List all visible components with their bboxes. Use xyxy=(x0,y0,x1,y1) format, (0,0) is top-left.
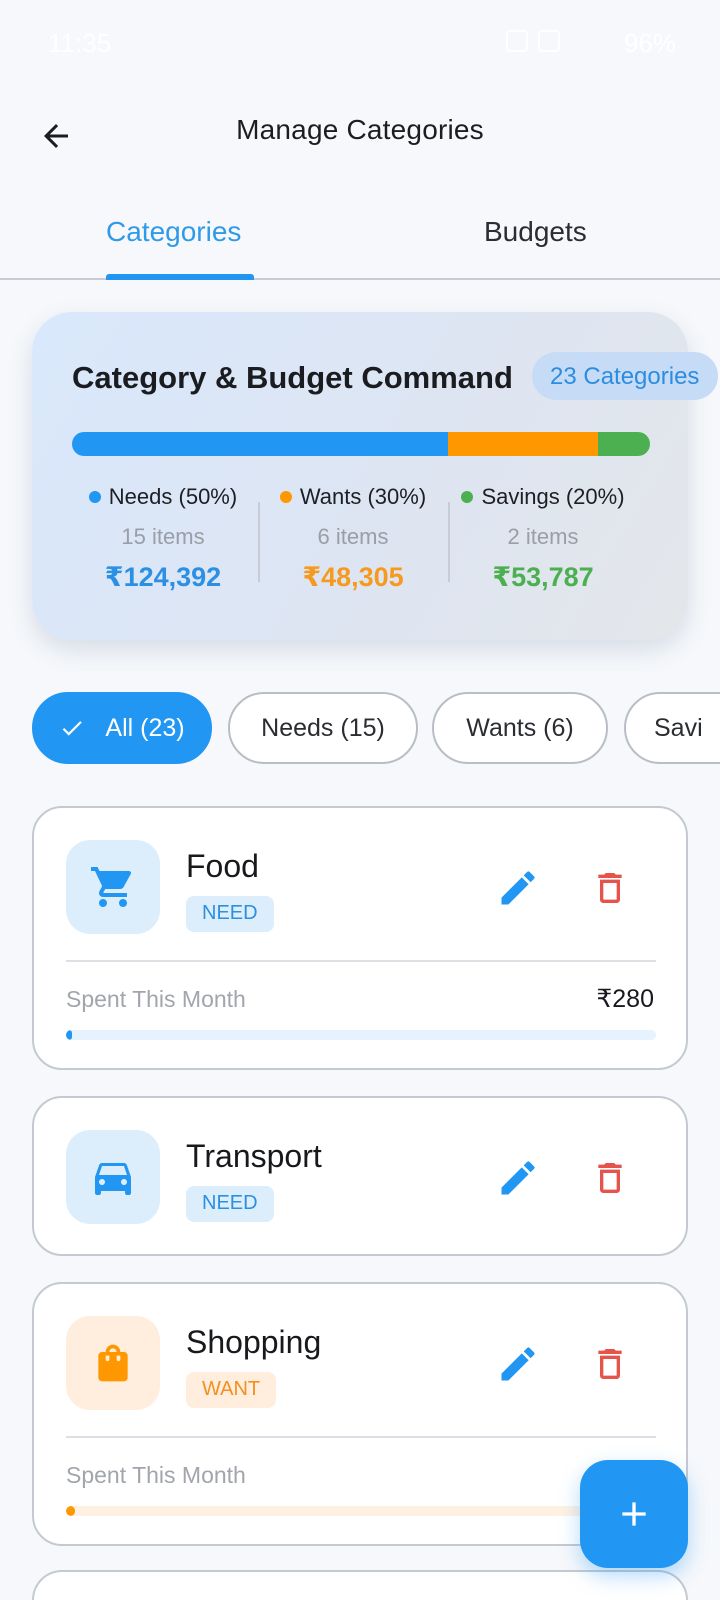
category-name: Food xyxy=(186,848,259,884)
spent-progress-bar xyxy=(66,1506,656,1516)
wants-stat: Wants (30%) 6 items ₹48,305 xyxy=(258,484,448,593)
tab-bar: Categories Budgets xyxy=(0,200,720,280)
category-type-badge: WANT xyxy=(186,1372,277,1408)
battery-level: 96% xyxy=(623,28,676,58)
car-icon xyxy=(95,1163,131,1195)
card-divider xyxy=(66,960,656,962)
shopping-bag-icon xyxy=(98,1344,128,1382)
split-savings-segment xyxy=(597,432,650,456)
status-bar: 11:35 96% xyxy=(0,0,720,90)
category-card[interactable]: Food NEED Spent This Month ₹280 xyxy=(32,806,688,1070)
savings-stat: Savings (20%) 2 items ₹53,787 xyxy=(448,484,638,593)
trash-icon xyxy=(598,1163,622,1193)
budget-summary-card: Category & Budget Command 23 Categories … xyxy=(32,312,718,640)
signal-icon xyxy=(506,30,528,52)
wifi-icon xyxy=(538,30,560,52)
filter-chips: All (23) Needs (15) Wants (6) Savi xyxy=(32,692,720,764)
needs-dot-icon xyxy=(88,491,101,503)
spent-amount: ₹280 xyxy=(596,985,654,1013)
needs-label: Needs (50%) xyxy=(108,484,238,509)
filter-chip-savings[interactable]: Savi xyxy=(624,692,720,764)
check-icon xyxy=(59,715,85,741)
category-icon-tile xyxy=(66,1316,160,1410)
savings-label: Savings (20%) xyxy=(481,484,625,509)
card-divider xyxy=(66,1436,656,1438)
category-card[interactable] xyxy=(32,1570,688,1600)
category-icon-tile xyxy=(66,1130,160,1224)
needs-count: 15 items xyxy=(121,524,205,549)
category-type-badge: NEED xyxy=(186,1186,274,1222)
summary-title: Category & Budget Command xyxy=(72,360,513,395)
delete-button[interactable] xyxy=(582,860,638,916)
app-bar: Manage Categories xyxy=(0,90,720,180)
pencil-icon xyxy=(501,1161,535,1195)
status-icons xyxy=(506,30,560,52)
filter-chip-label: All (23) xyxy=(105,713,185,742)
spent-label: Spent This Month xyxy=(66,986,246,1012)
wants-count: 6 items xyxy=(317,524,389,549)
spent-progress-bar xyxy=(66,1030,656,1040)
cart-icon xyxy=(91,867,132,907)
status-time: 11:35 xyxy=(48,28,112,58)
wants-amount: ₹48,305 xyxy=(302,562,404,592)
filter-chip-all[interactable]: All (23) xyxy=(32,692,212,764)
category-type-badge: NEED xyxy=(186,896,274,932)
page-title: Manage Categories xyxy=(236,114,484,145)
spent-label: Spent This Month xyxy=(66,1462,246,1488)
delete-button[interactable] xyxy=(582,1336,638,1392)
spent-progress-fill xyxy=(66,1506,75,1516)
category-name: Transport xyxy=(186,1138,322,1174)
edit-button[interactable] xyxy=(490,860,546,916)
trash-icon xyxy=(598,873,622,903)
tab-budgets[interactable]: Budgets xyxy=(484,216,587,248)
trash-icon xyxy=(598,1349,622,1379)
wants-dot-icon xyxy=(279,491,292,503)
wants-label: Wants (30%) xyxy=(299,484,427,509)
savings-amount: ₹53,787 xyxy=(492,562,594,592)
savings-dot-icon xyxy=(461,491,474,503)
needs-amount: ₹124,392 xyxy=(104,562,222,592)
filter-chip-wants[interactable]: Wants (6) xyxy=(432,692,608,764)
plus-icon xyxy=(622,1502,646,1526)
pencil-icon xyxy=(501,1347,535,1381)
category-count-badge: 23 Categories xyxy=(532,352,718,400)
edit-button[interactable] xyxy=(490,1336,546,1392)
filter-chip-needs[interactable]: Needs (15) xyxy=(228,692,418,764)
category-card[interactable]: Transport NEED xyxy=(32,1096,688,1256)
savings-count: 2 items xyxy=(507,524,579,549)
needs-stat: Needs (50%) 15 items ₹124,392 xyxy=(68,484,258,593)
edit-button[interactable] xyxy=(490,1150,546,1206)
tab-indicator xyxy=(106,274,254,280)
pencil-icon xyxy=(501,871,535,905)
tab-categories[interactable]: Categories xyxy=(106,216,241,248)
category-name: Shopping xyxy=(186,1324,322,1360)
delete-button[interactable] xyxy=(582,1150,638,1206)
split-wants-segment xyxy=(447,432,598,456)
category-icon-tile xyxy=(66,840,160,934)
add-category-button[interactable] xyxy=(580,1460,688,1568)
spent-progress-fill xyxy=(66,1030,72,1040)
budget-split-bar xyxy=(72,432,650,456)
split-needs-segment xyxy=(72,432,448,456)
